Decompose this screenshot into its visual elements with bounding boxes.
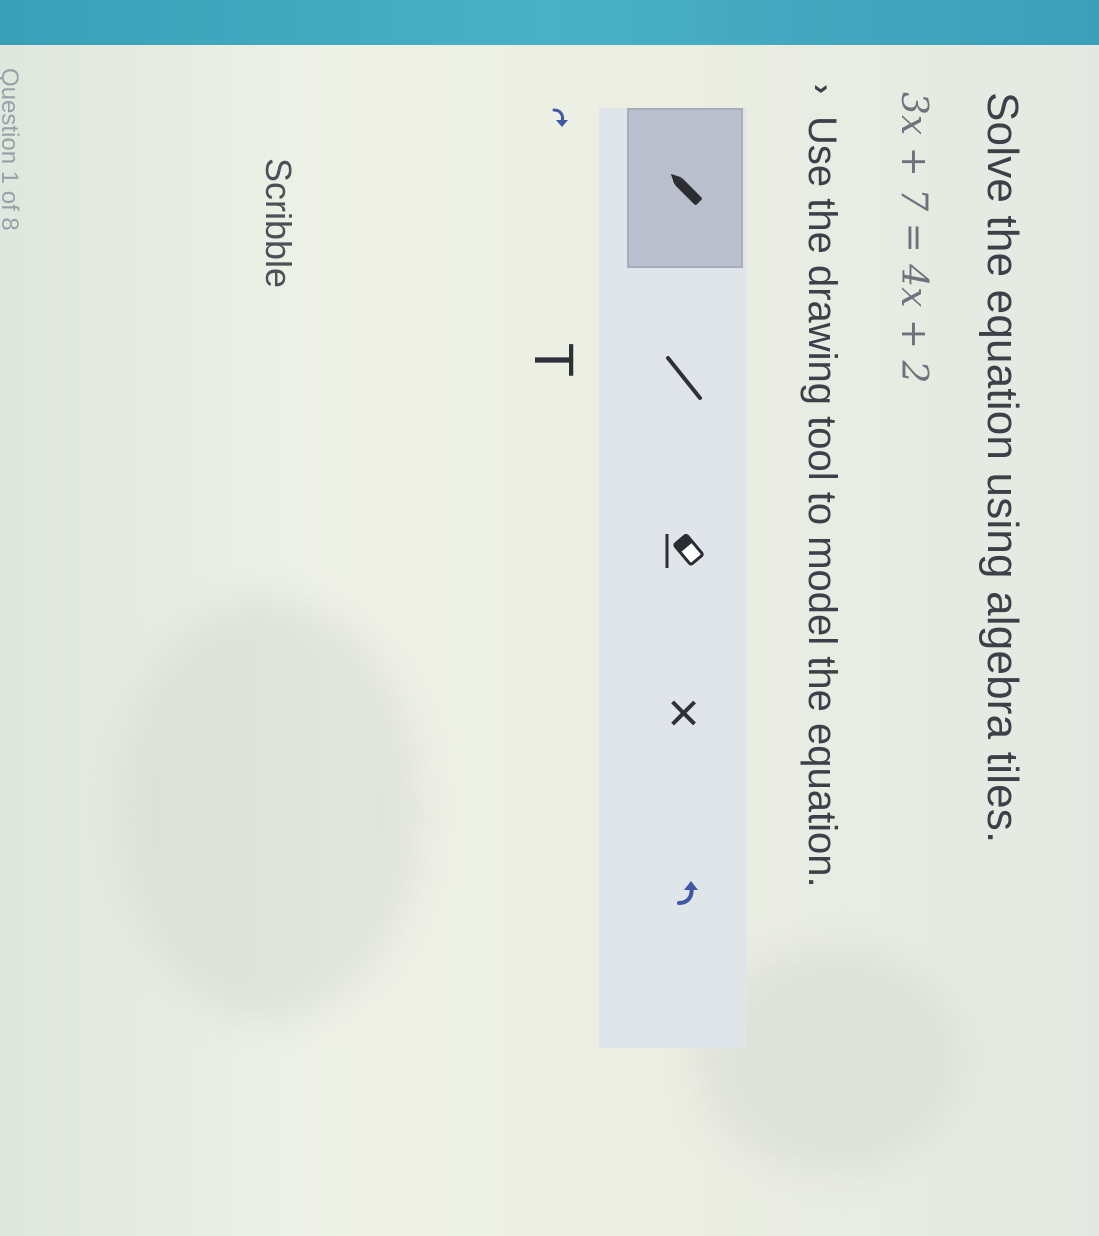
hint-toggle[interactable]: › Use the drawing tool to model the equa…: [797, 84, 847, 888]
undo-tool[interactable]: [647, 853, 727, 933]
redo-arrow-icon: [552, 108, 568, 127]
hint-text: Use the drawing tool to model the equati…: [800, 116, 845, 888]
eraser-tool[interactable]: [639, 506, 729, 596]
question-pager: Question 1 of 8: [0, 68, 23, 231]
clear-tool[interactable]: ×: [637, 668, 733, 758]
close-icon: ×: [653, 696, 717, 730]
pencil-tool[interactable]: [627, 108, 743, 268]
text-icon: T: [523, 342, 587, 378]
question-panel: Solve the equation using algebra tiles. …: [0, 0, 1099, 1236]
eraser-icon: [665, 533, 704, 568]
pencil-icon: [670, 173, 702, 205]
chevron-right-icon: ›: [806, 84, 839, 94]
secondary-toolbar: T: [479, 92, 599, 892]
text-tool[interactable]: T: [515, 320, 595, 400]
equation: 3x + 7 = 4x + 2: [893, 92, 934, 384]
undo-arrow-icon: [677, 881, 698, 905]
scribble-label: Scribble: [258, 158, 299, 289]
line-tool[interactable]: [639, 333, 729, 423]
drawing-toolbar: ×: [599, 108, 747, 1048]
question-title: Solve the equation using algebra tiles.: [978, 92, 1027, 844]
line-icon: [666, 356, 702, 400]
redo-tool[interactable]: [529, 92, 589, 142]
screen-photo: Solve the equation using algebra tiles. …: [0, 0, 1099, 1236]
